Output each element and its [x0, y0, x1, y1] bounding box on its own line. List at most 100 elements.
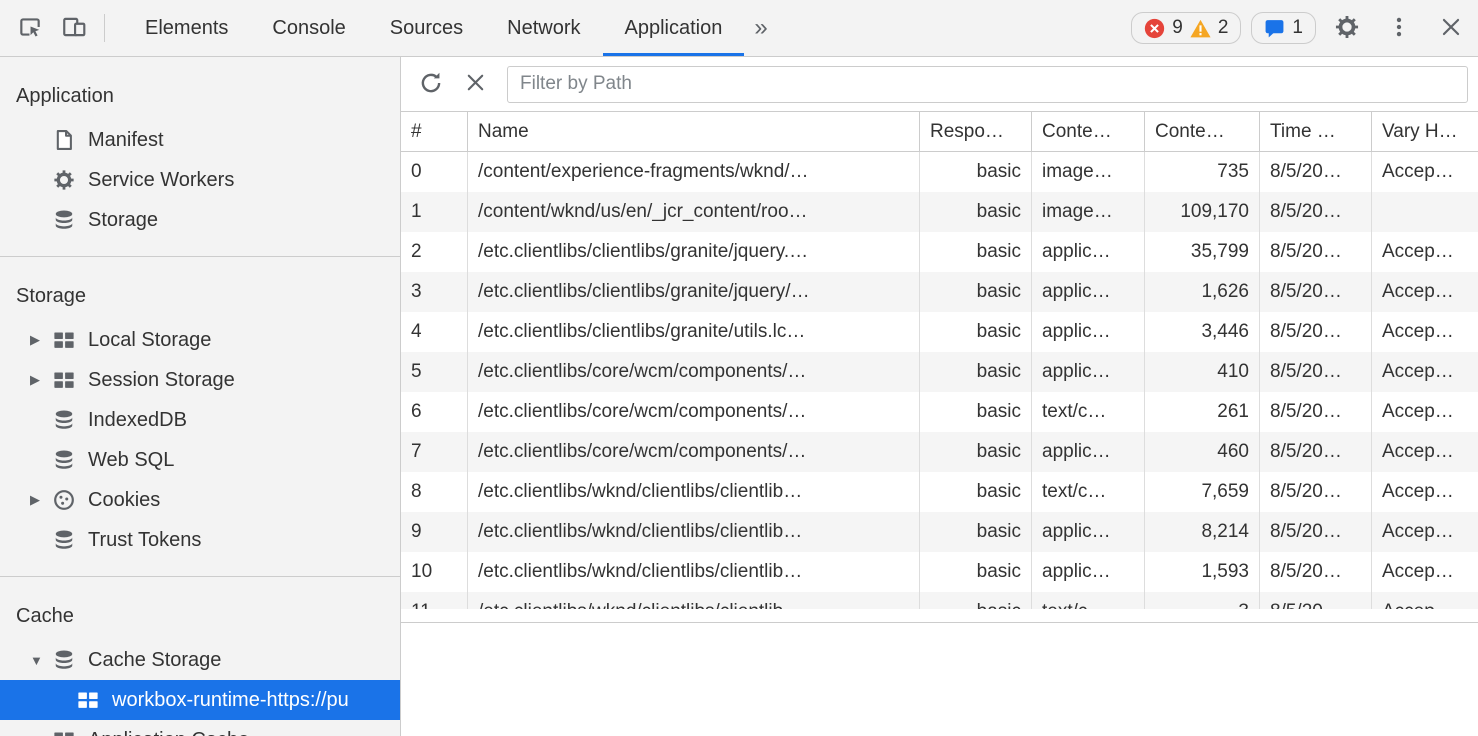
table-cell: /etc.clientlibs/core/wcm/components/… [468, 432, 920, 472]
table-row[interactable]: 6/etc.clientlibs/core/wcm/components/…ba… [401, 392, 1478, 432]
application-sidebar: ApplicationManifestService WorkersStorag… [0, 57, 401, 736]
table-row[interactable]: 5/etc.clientlibs/core/wcm/components/…ba… [401, 352, 1478, 392]
table-cell: Accep… [1372, 232, 1478, 272]
settings-button[interactable] [1326, 6, 1368, 50]
sidebar-item-label: Application Cache [88, 729, 249, 736]
delete-selected-button[interactable] [453, 62, 497, 106]
database-icon [52, 448, 76, 472]
devtools-toolbar: ElementsConsoleSourcesNetworkApplication… [0, 0, 1478, 57]
table-row[interactable]: 1/content/wknd/us/en/_jcr_content/roo…ba… [401, 192, 1478, 232]
column-header-2[interactable]: Respo… [920, 112, 1032, 151]
table-row[interactable]: 4/etc.clientlibs/clientlibs/granite/util… [401, 312, 1478, 352]
delete-icon [464, 71, 487, 97]
more-tabs-button[interactable]: » [744, 0, 777, 56]
table-cell: applic… [1032, 272, 1145, 312]
column-header-6[interactable]: Vary H… [1372, 112, 1478, 151]
sidebar-item-web-sql[interactable]: Web SQL [0, 440, 400, 480]
table-cell: basic [920, 232, 1032, 272]
sidebar-item-session-storage[interactable]: ▶ Session Storage [0, 360, 400, 400]
column-header-3[interactable]: Conte… [1032, 112, 1145, 151]
table-bottom-gutter [401, 609, 1478, 622]
column-header-0[interactable]: # [401, 112, 468, 151]
table-row[interactable]: 0/content/experience-fragments/wknd/…bas… [401, 152, 1478, 192]
inspect-element-button[interactable] [8, 6, 52, 50]
table-cell: text/c… [1032, 592, 1145, 609]
chevron-down-icon[interactable]: ▼ [30, 653, 52, 668]
table-cell: 11 [401, 592, 468, 609]
table-cell: 735 [1145, 152, 1260, 192]
table-row[interactable]: 8/etc.clientlibs/wknd/clientlibs/clientl… [401, 472, 1478, 512]
table-row[interactable]: 11/etc.clientlibs/wknd/clientlibs/client… [401, 592, 1478, 609]
table-cell: /content/wknd/us/en/_jcr_content/roo… [468, 192, 920, 232]
table-cell: /etc.clientlibs/clientlibs/granite/jquer… [468, 272, 920, 312]
chevron-right-icon[interactable]: ▶ [30, 372, 52, 388]
table-header-row: #NameRespo…Conte…Conte…Time …Vary H… [401, 112, 1478, 152]
table-cell: basic [920, 272, 1032, 312]
sidebar-item-storage[interactable]: Storage [0, 200, 400, 240]
sidebar-item-label: Cache Storage [88, 649, 221, 672]
grid-icon [52, 728, 76, 736]
table-cell: basic [920, 512, 1032, 552]
gear-icon [1334, 14, 1360, 43]
sidebar-section-cache: Cache▼Cache Storageworkbox-runtime-https… [0, 577, 400, 736]
tab-console[interactable]: Console [250, 0, 367, 56]
table-row[interactable]: 7/etc.clientlibs/core/wcm/components/…ba… [401, 432, 1478, 472]
table-cell: /etc.clientlibs/clientlibs/granite/utils… [468, 312, 920, 352]
sidebar-item-cookies[interactable]: ▶Cookies [0, 480, 400, 520]
column-header-1[interactable]: Name [468, 112, 920, 151]
column-header-5[interactable]: Time … [1260, 112, 1372, 151]
console-messages-badge[interactable]: 1 [1251, 12, 1316, 44]
table-cell: basic [920, 352, 1032, 392]
chevron-right-icon[interactable]: ▶ [30, 332, 52, 348]
table-cell: Accep… [1372, 592, 1478, 609]
table-cell: basic [920, 592, 1032, 609]
table-cell: Accep… [1372, 312, 1478, 352]
main-panel: #NameRespo…Conte…Conte…Time …Vary H… 0/c… [401, 57, 1478, 736]
filter-input[interactable] [507, 66, 1468, 103]
tab-elements[interactable]: Elements [123, 0, 250, 56]
cache-toolbar [401, 57, 1478, 112]
table-row[interactable]: 9/etc.clientlibs/wknd/clientlibs/clientl… [401, 512, 1478, 552]
section-title: Storage [0, 257, 400, 320]
table-cell: Accep… [1372, 552, 1478, 592]
tab-network[interactable]: Network [485, 0, 602, 56]
grid-icon [52, 368, 76, 392]
table-cell: Accep… [1372, 152, 1478, 192]
table-cell: 3 [401, 272, 468, 312]
device-toolbar-button[interactable] [52, 6, 96, 50]
table-row[interactable]: 3/etc.clientlibs/clientlibs/granite/jque… [401, 272, 1478, 312]
sidebar-item-local-storage[interactable]: ▶Local Storage [0, 320, 400, 360]
sidebar-item-service-workers[interactable]: Service Workers [0, 160, 400, 200]
table-row[interactable]: 2/etc.clientlibs/clientlibs/granite/jque… [401, 232, 1478, 272]
sidebar-item-indexeddb[interactable]: IndexedDB [0, 400, 400, 440]
column-header-4[interactable]: Conte… [1145, 112, 1260, 151]
close-icon [1438, 14, 1464, 43]
table-cell: 8/5/20… [1260, 472, 1372, 512]
table-cell: basic [920, 192, 1032, 232]
table-cell: applic… [1032, 352, 1145, 392]
tab-sources[interactable]: Sources [368, 0, 485, 56]
cache-table: #NameRespo…Conte…Conte…Time …Vary H… 0/c… [401, 112, 1478, 609]
sidebar-item-label: Trust Tokens [88, 529, 201, 552]
table-cell: 35,799 [1145, 232, 1260, 272]
sidebar-item-application-cache[interactable]: Application Cache [0, 720, 400, 736]
sidebar-item-label: Session Storage [88, 369, 235, 392]
sidebar-item-manifest[interactable]: Manifest [0, 120, 400, 160]
more-options-button[interactable] [1378, 6, 1420, 50]
sidebar-item-cache-storage[interactable]: ▼ Cache Storage [0, 640, 400, 680]
table-cell: 7 [401, 432, 468, 472]
warning-icon [1190, 19, 1211, 38]
message-icon [1264, 18, 1285, 39]
sidebar-item-label: Web SQL [88, 449, 174, 472]
tab-application[interactable]: Application [603, 0, 745, 56]
preview-pane [401, 622, 1478, 736]
devtools-body: ApplicationManifestService WorkersStorag… [0, 57, 1478, 736]
table-row[interactable]: 10/etc.clientlibs/wknd/clientlibs/client… [401, 552, 1478, 592]
console-issues-badge[interactable]: 9 2 [1131, 12, 1241, 44]
chevron-right-icon[interactable]: ▶ [30, 492, 52, 508]
sidebar-item-trust-tokens[interactable]: Trust Tokens [0, 520, 400, 560]
sidebar-item-workbox-runtime-https-pu[interactable]: workbox-runtime-https://pu [0, 680, 400, 720]
table-cell: basic [920, 432, 1032, 472]
refresh-button[interactable] [409, 62, 453, 106]
close-devtools-button[interactable] [1430, 6, 1472, 50]
